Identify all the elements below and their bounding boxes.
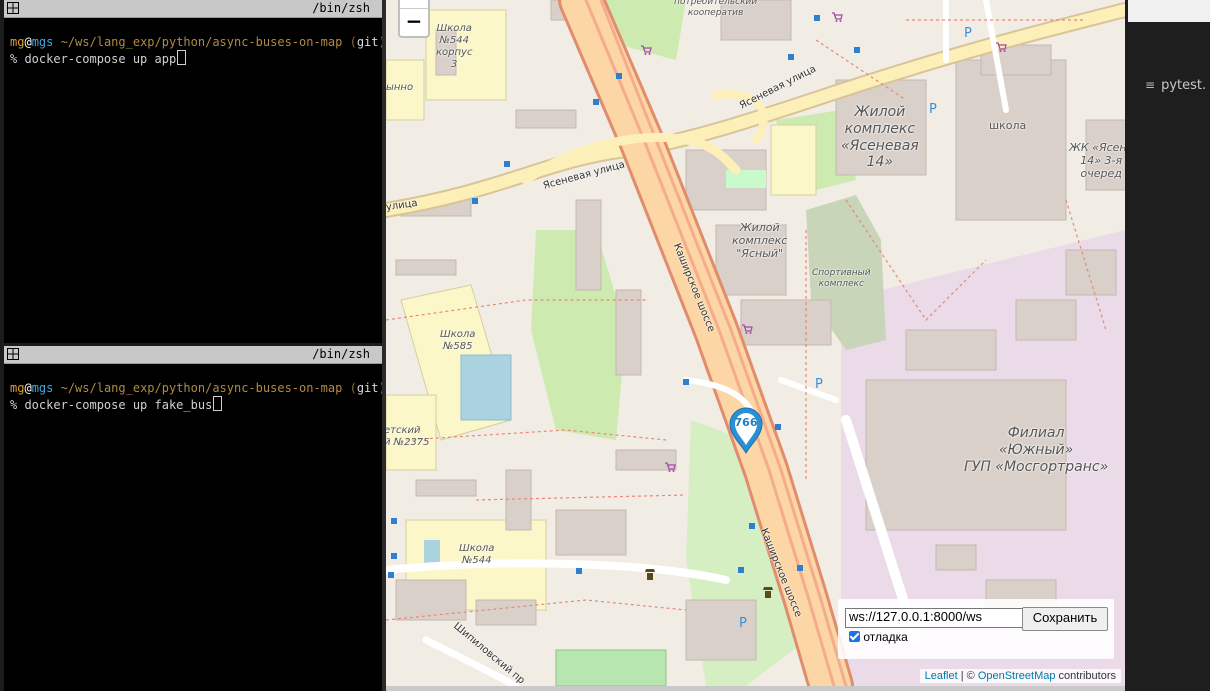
map-label: ЖК «Ясене 14» 3-я очеред — [1069, 141, 1125, 181]
map-label: Филиал «Южный» ГУП «Мосгортранс» — [964, 425, 1109, 475]
leaflet-link[interactable]: Leaflet — [925, 670, 958, 682]
shopping-cart-icon[interactable] — [640, 44, 652, 56]
prompt-symbol: % — [10, 398, 25, 412]
terminal-output[interactable]: mg@mgs ~/ws/lang_exp/python/async-buses-… — [4, 18, 382, 67]
parking-icon[interactable]: P — [963, 26, 975, 38]
svg-text:P: P — [739, 616, 747, 628]
prompt-git-open: ( — [342, 35, 357, 49]
map-label: Спортивный комплекс — [812, 268, 871, 289]
terminal-pane-top[interactable]: /bin/zsh mg@mgs ~/ws/lang_exp/python/asy… — [4, 0, 382, 343]
map-label: Школа №544 — [459, 543, 495, 566]
shopping-cart-icon[interactable] — [831, 11, 843, 23]
split-pane-icon[interactable] — [7, 348, 19, 360]
parking-icon[interactable]: P — [814, 377, 826, 389]
prompt-git-open: ( — [342, 381, 357, 395]
editor-tab[interactable]: ≡ pytest. — [1145, 78, 1206, 93]
debug-checkbox[interactable] — [849, 631, 860, 642]
debug-label[interactable]: отладка — [863, 630, 908, 644]
prompt-git: git — [356, 381, 379, 395]
terminal-title: /bin/zsh — [312, 1, 370, 15]
terminal-command: docker-compose up app — [24, 52, 177, 66]
terminal-cursor — [177, 50, 187, 65]
shopping-cart-icon[interactable] — [995, 41, 1007, 53]
prompt-host: mgs — [31, 35, 54, 49]
editor-toolbar — [1128, 0, 1210, 22]
debug-row: отладка — [849, 630, 908, 644]
prompt-host: mgs — [31, 381, 54, 395]
police-icon[interactable] — [762, 586, 774, 599]
map-attribution: Leaflet | © OpenStreetMap contributors — [919, 669, 1121, 683]
prompt-git: git — [356, 35, 379, 49]
map-label: ынно — [386, 82, 414, 93]
map-label: Школа №544 корпус 3 — [436, 23, 473, 70]
svg-text:P: P — [929, 102, 937, 114]
bus-marker[interactable]: 766 — [728, 407, 764, 455]
attribution-contributors: contributors — [1055, 670, 1116, 682]
terminal-pane-bottom[interactable]: /bin/zsh mg@mgs ~/ws/lang_exp/python/asy… — [4, 346, 382, 691]
prompt-path: ~/ws/lang_exp/python/async-buses-on-map — [53, 381, 343, 395]
window-bottom-edge — [386, 686, 1125, 691]
map-label: Жилой комплекс «Ясеневая 14» — [841, 104, 919, 171]
prompt-symbol: % — [10, 52, 25, 66]
svg-text:P: P — [964, 26, 972, 38]
settings-panel: ws://127.0.0.1:8000/ws Сохранить отладка — [838, 599, 1114, 659]
terminal-titlebar: /bin/zsh — [4, 346, 382, 364]
shopping-cart-icon[interactable] — [741, 323, 753, 335]
map-label: Жилой комплекс "Ясный" — [732, 221, 788, 261]
prompt-user: mg — [10, 381, 25, 395]
map-label: потребительский кооператив — [674, 0, 758, 18]
zoom-out-button[interactable]: − — [400, 8, 428, 35]
parking-icon[interactable]: P — [738, 616, 750, 628]
map-view[interactable]: потребительский кооператив Школа №544 ко… — [386, 0, 1125, 686]
map-pin-icon — [729, 407, 763, 454]
police-icon[interactable] — [644, 568, 656, 581]
prompt-at: @ — [24, 35, 32, 49]
map-label: Школа №585 — [440, 329, 476, 352]
terminal-command: docker-compose up fake_bus — [24, 398, 213, 412]
terminal-title: /bin/zsh — [312, 347, 370, 361]
shopping-cart-icon[interactable] — [664, 461, 676, 473]
zoom-control: − — [398, 0, 430, 38]
bus-route-number: 766 — [734, 416, 758, 429]
attribution-separator: | © — [957, 670, 978, 682]
prompt-path: ~/ws/lang_exp/python/async-buses-on-map — [53, 35, 343, 49]
parking-icon[interactable]: P — [928, 102, 940, 114]
openstreetmap-link[interactable]: OpenStreetMap — [978, 670, 1056, 682]
websocket-url-input[interactable]: ws://127.0.0.1:8000/ws — [845, 608, 1024, 628]
svg-text:P: P — [815, 377, 823, 389]
prompt-at: @ — [24, 381, 32, 395]
editor-window: ≡ pytest. — [1125, 0, 1210, 691]
split-pane-icon[interactable] — [7, 2, 19, 14]
prompt-user: mg — [10, 35, 25, 49]
editor-tab-label: pytest. — [1161, 78, 1207, 93]
save-button[interactable]: Сохранить — [1022, 607, 1108, 631]
list-icon: ≡ — [1145, 78, 1156, 92]
terminal-output[interactable]: mg@mgs ~/ws/lang_exp/python/async-buses-… — [4, 364, 382, 413]
terminal-cursor — [213, 396, 223, 411]
map-label: етский й №2375 — [386, 425, 430, 448]
terminal-titlebar: /bin/zsh — [4, 0, 382, 18]
map-label: школа — [989, 119, 1027, 132]
